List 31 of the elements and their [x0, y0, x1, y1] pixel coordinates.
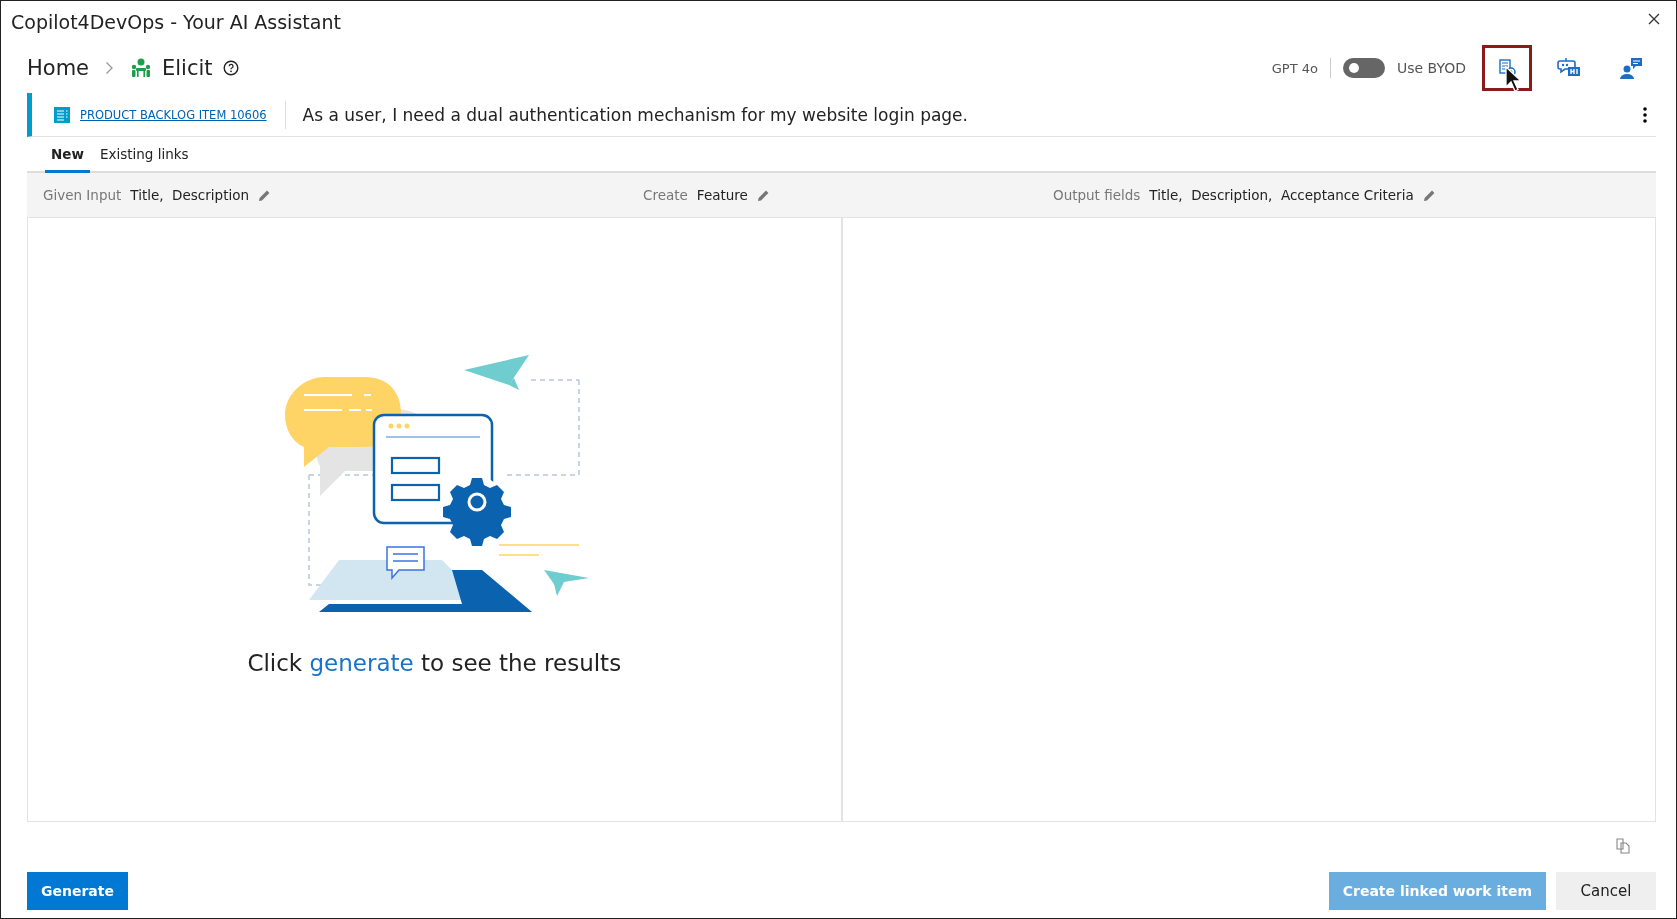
setting-value: Title, Description, Acceptance Criteria: [1149, 187, 1414, 203]
window-title: Copilot4DevOps - Your AI Assistant: [11, 11, 341, 33]
toggle-label: Use BYOD: [1396, 60, 1466, 76]
team-icon: [130, 57, 152, 79]
breadcrumb-link[interactable]: Elicit: [162, 56, 213, 80]
copy-icon[interactable]: [1616, 838, 1632, 855]
document-settings-button[interactable]: [1482, 45, 1532, 91]
edit-icon[interactable]: [1422, 188, 1436, 202]
model-label: GPT 4o: [1271, 60, 1318, 76]
work-item-title: As a user, I need a dual authentication mechanism for my website login page.: [301, 104, 969, 125]
work-item-link[interactable]: PRODUCT BACKLOG ITEM 10606: [80, 107, 267, 122]
setting-value: Title, Description: [130, 187, 249, 203]
chatbot-icon: [1557, 57, 1581, 79]
setting-label: Create: [643, 187, 688, 203]
setting-value: Feature: [696, 187, 748, 203]
edit-icon[interactable]: [258, 188, 271, 202]
generate-link[interactable]: generate: [309, 650, 414, 676]
empty-state-message: Click generate to see the results: [247, 650, 622, 676]
cancel-button[interactable]: Cancel: [1556, 872, 1656, 910]
primary-button[interactable]: Generate: [27, 872, 128, 910]
person-chat-icon: [1619, 57, 1643, 79]
more-options-button[interactable]: [1640, 104, 1650, 125]
breadcrumb-link[interactable]: Home: [27, 56, 89, 80]
setting-label: Output fields: [1053, 187, 1141, 203]
help-icon[interactable]: [222, 60, 239, 76]
tab[interactable]: Existing links: [93, 137, 195, 173]
backlog-item-icon: [54, 106, 70, 123]
setting-label: Given Input: [43, 187, 122, 203]
byod-toggle[interactable]: [1342, 58, 1385, 78]
edit-icon[interactable]: [756, 188, 770, 202]
chevron-icon: [105, 61, 114, 75]
